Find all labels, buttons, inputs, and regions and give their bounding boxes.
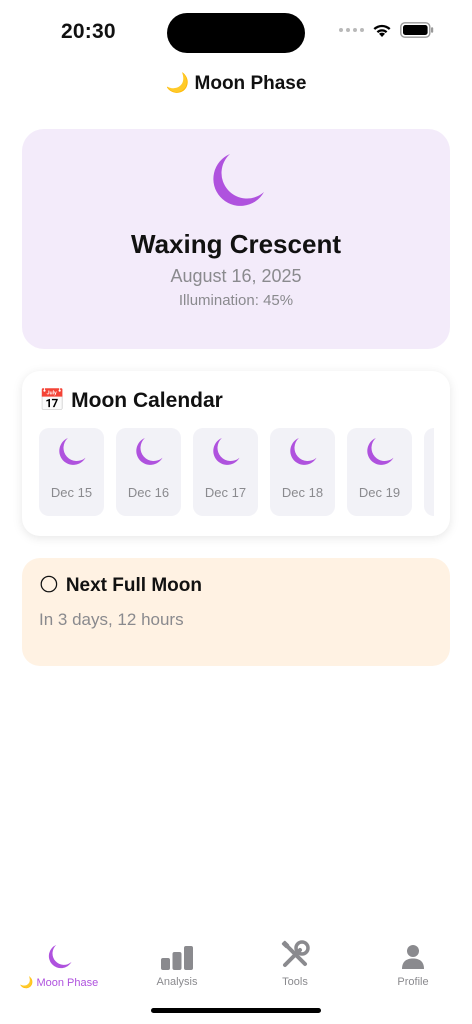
tab-analysis[interactable]: Analysis (118, 936, 236, 988)
tab-tools[interactable]: Tools (236, 936, 354, 988)
moon-calendar-card: 📅 Moon Calendar Dec 15 Dec 16 Dec 17 Dec… (22, 371, 450, 536)
calendar-title-label: Moon Calendar (71, 389, 223, 412)
tab-profile[interactable]: Profile (354, 936, 472, 988)
calendar-day[interactable]: Dec 18 (270, 428, 335, 516)
page-title: 🌙 Moon Phase (165, 73, 307, 94)
chart-icon (161, 946, 193, 970)
calendar-title: 📅 Moon Calendar (39, 389, 223, 413)
full-moon-countdown: In 3 days, 12 hours (39, 610, 184, 629)
battery-icon (400, 22, 434, 38)
day-label: Dec 16 (127, 485, 170, 500)
home-indicator[interactable] (151, 1008, 321, 1013)
moon-icon (59, 438, 86, 465)
tab-label: Analysis (156, 976, 198, 988)
dynamic-island (167, 13, 305, 53)
tab-label: 🌙 Moon Phase (19, 977, 99, 989)
full-moon-icon: 🌕 (39, 575, 59, 596)
calendar-day[interactable]: Dec 19 (347, 428, 412, 516)
status-icons (339, 22, 434, 38)
day-label: Dec 19 (358, 485, 401, 500)
moon-icon (213, 154, 264, 206)
person-icon (402, 945, 424, 969)
moon-icon (367, 438, 394, 465)
calendar-day[interactable]: Dec 16 (116, 428, 181, 516)
calendar-day-partial[interactable] (424, 428, 434, 516)
full-moon-title-label: Next Full Moon (65, 574, 202, 596)
day-label: Dec 15 (50, 485, 93, 500)
moon-icon (290, 438, 317, 465)
tab-label: Profile (397, 976, 429, 988)
full-moon-title: 🌕 Next Full Moon (39, 574, 202, 597)
calendar-strip[interactable]: Dec 15 Dec 16 Dec 17 Dec 18 Dec 19 (39, 428, 434, 516)
tab-moon-phase[interactable]: 🌙 Moon Phase (0, 936, 118, 989)
moon-icon (213, 438, 240, 465)
current-phase-card: Waxing Crescent August 16, 2025 Illumina… (22, 129, 450, 349)
calendar-icon: 📅 (39, 389, 66, 412)
cellular-signal-icon (339, 28, 364, 32)
calendar-day[interactable]: Dec 17 (193, 428, 258, 516)
phase-name: Waxing Crescent (131, 229, 341, 259)
next-full-moon-card: 🌕 Next Full Moon In 3 days, 12 hours (22, 558, 450, 666)
phase-date: August 16, 2025 (170, 266, 302, 286)
moon-icon (136, 438, 163, 465)
moon-icon (48, 944, 72, 969)
day-label: Dec 18 (281, 485, 324, 500)
wifi-icon (373, 24, 391, 37)
tools-icon (281, 940, 310, 967)
day-label: Dec 17 (204, 485, 247, 500)
status-time: 20:30 (61, 20, 116, 43)
tab-label: Tools (282, 976, 308, 988)
illumination-text: Illumination: 45% (178, 292, 294, 309)
calendar-day[interactable]: Dec 15 (39, 428, 104, 516)
